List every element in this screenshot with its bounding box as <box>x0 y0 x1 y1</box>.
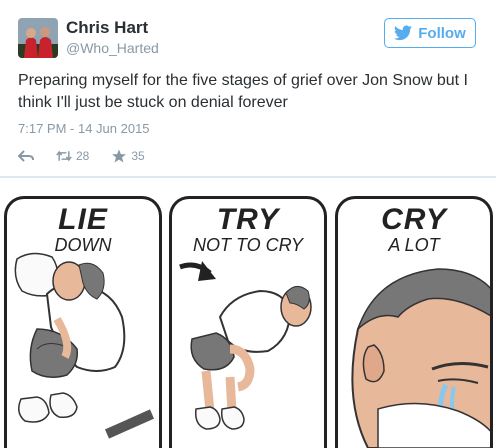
comic-panel-try-not-to-cry: TRY NOT TO CRY <box>169 196 327 448</box>
star-icon <box>112 149 127 163</box>
favorite-button[interactable]: 35 <box>111 149 145 163</box>
tweet-actions: 28 35 <box>18 147 167 165</box>
twitter-bird-icon <box>394 25 413 41</box>
tweet-text: Preparing myself for the five stages of … <box>18 72 468 111</box>
panel-subtitle: DOWN <box>54 235 112 255</box>
follow-button[interactable]: Follow <box>384 18 476 48</box>
panel-title: LIE <box>58 203 108 236</box>
panel-subtitle: A LOT <box>388 235 440 255</box>
display-name[interactable]: Chris Hart <box>66 18 148 38</box>
panel-subtitle: NOT TO CRY <box>192 235 303 255</box>
comic-panel-lie-down: LIE DOWN <box>4 196 162 448</box>
panel-title: CRY <box>381 203 447 236</box>
panel-title: TRY <box>216 203 280 236</box>
follow-label: Follow <box>418 24 466 42</box>
tweet-timestamp[interactable]: 7:17 PM - 14 Jun 2015 <box>18 121 150 136</box>
divider <box>0 176 496 178</box>
retweet-icon <box>56 150 72 162</box>
comic-panel-cry-a-lot: CRY A LOT <box>335 196 493 448</box>
avatar[interactable] <box>18 18 58 58</box>
tweet-card: Chris Hart @Who_Harted Follow Preparing … <box>0 0 496 178</box>
favorite-count: 35 <box>131 149 145 163</box>
reply-button[interactable] <box>18 149 34 163</box>
retweet-count: 28 <box>76 149 90 163</box>
retweet-button[interactable]: 28 <box>56 149 89 163</box>
reply-icon <box>18 150 34 162</box>
user-handle[interactable]: @Who_Harted <box>66 40 159 56</box>
